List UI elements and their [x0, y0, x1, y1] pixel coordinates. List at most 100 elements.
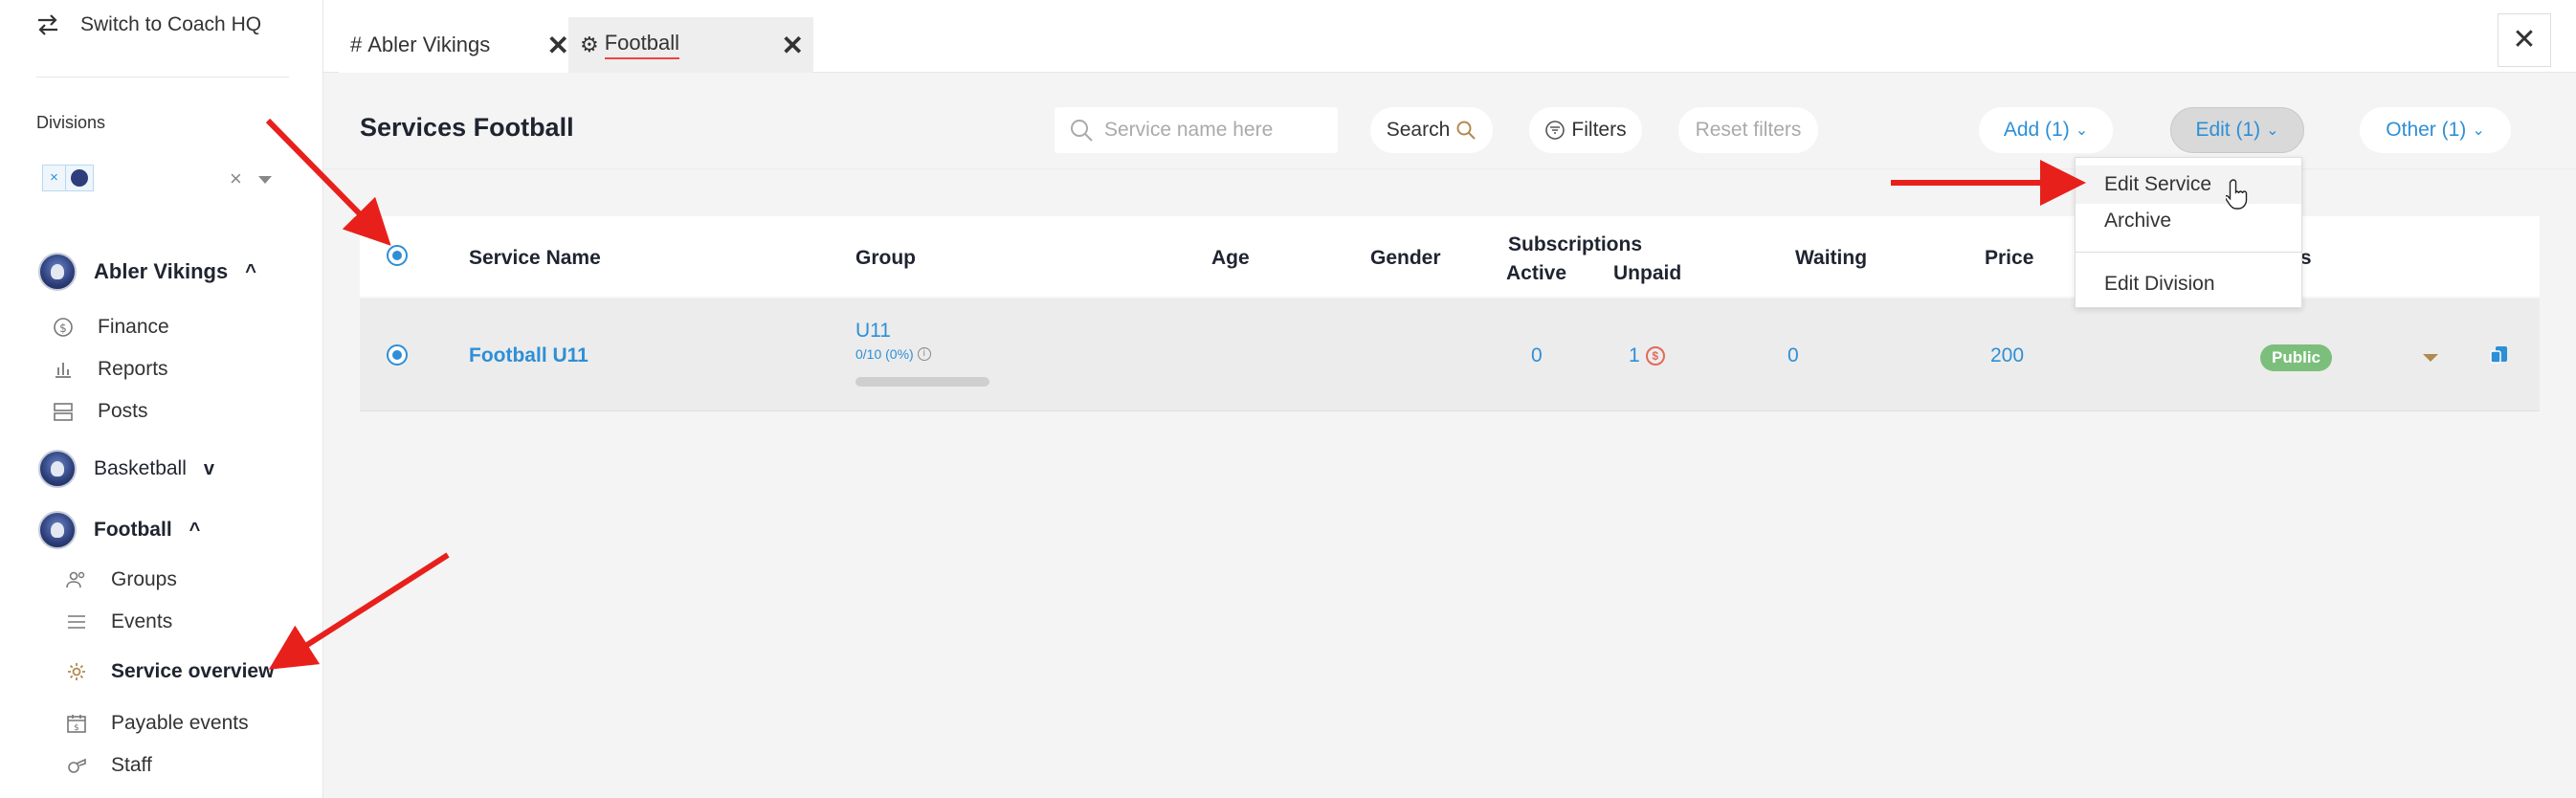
sidebar-item-label: Service overview [111, 660, 275, 682]
info-icon[interactable]: i [917, 347, 931, 361]
search-icon [1456, 121, 1476, 140]
tab-abler-vikings[interactable]: # Abler Vikings ✕ [339, 17, 580, 73]
chevron-down-icon: ⌄ [2266, 122, 2279, 139]
club-basketball[interactable]: Basketball v [38, 450, 214, 488]
close-tab-icon[interactable]: ✕ [782, 30, 804, 61]
club-abler-vikings[interactable]: Abler Vikings ^ [38, 253, 256, 291]
sidebar: Switch to Coach HQ Divisions × × Abler V… [0, 0, 323, 798]
service-name-link[interactable]: Football U11 [469, 344, 588, 367]
table-row[interactable]: Football U11 U11 0/10 (0%) i 0 1 $ 0 200 … [360, 299, 2540, 411]
club-logo [38, 253, 77, 291]
tab-label: Football [604, 31, 680, 59]
svg-text:$: $ [59, 321, 67, 335]
search-icon [1071, 120, 1093, 142]
filters-button-label: Filters [1571, 119, 1627, 141]
sidebar-item-label: Reports [98, 358, 168, 380]
divisions-label: Divisions [36, 113, 106, 132]
col-unpaid[interactable]: Unpaid [1613, 262, 1681, 285]
active-count[interactable]: 0 [1531, 344, 1543, 367]
unpaid-count[interactable]: 1 $ [1629, 344, 1665, 367]
tab-label: Abler Vikings [367, 33, 491, 56]
list-icon [68, 615, 85, 629]
sidebar-item-label: Events [111, 610, 173, 632]
row-select-radio[interactable] [387, 344, 408, 366]
col-gender[interactable]: Gender [1370, 247, 1441, 270]
money-icon: $ [1645, 346, 1665, 366]
waiting-count[interactable]: 0 [1788, 344, 1799, 367]
price-value[interactable]: 200 [1990, 344, 2024, 367]
menu-item-edit-division[interactable]: Edit Division [2076, 265, 2301, 303]
switch-to-coach-hq-link[interactable]: Switch to Coach HQ [34, 11, 261, 38]
chevron-up-icon: ^ [245, 260, 256, 282]
users-icon [66, 571, 85, 588]
switch-label: Switch to Coach HQ [80, 13, 262, 35]
calendar-dollar-icon: $ [67, 715, 86, 733]
sidebar-item-service-overview[interactable]: Service overview [65, 660, 274, 683]
group-capacity-text: 0/10 (0%) [855, 346, 914, 362]
edit-button[interactable]: Edit (1) ⌄ [2170, 107, 2304, 153]
col-age[interactable]: Age [1211, 247, 1250, 270]
tab-bar: # Abler Vikings ✕ ⚙ Football ✕ ✕ [323, 0, 2576, 73]
search-field[interactable] [1055, 107, 1338, 153]
swap-arrows-icon [38, 14, 57, 35]
edit-dropdown-menu: Edit Service Archive Edit Division [2075, 157, 2302, 308]
dollar-circle-icon: $ [54, 318, 73, 337]
col-service-name[interactable]: Service Name [469, 247, 601, 270]
group-capacity-bar [855, 377, 989, 387]
filter-icon [1545, 121, 1566, 140]
sidebar-item-label: Staff [111, 754, 152, 776]
menu-item-archive[interactable]: Archive [2076, 202, 2301, 240]
chevron-down-icon: ⌄ [2075, 122, 2089, 139]
gear-icon [68, 663, 85, 680]
col-price[interactable]: Price [1985, 247, 2033, 270]
row-expand-caret-icon[interactable] [2423, 354, 2438, 362]
search-input[interactable] [1104, 119, 1324, 142]
sidebar-item-label: Payable events [111, 712, 249, 734]
sidebar-item-label: Groups [111, 568, 177, 590]
sidebar-item-posts[interactable]: Posts [52, 400, 148, 423]
chip-remove-icon[interactable]: × [42, 165, 65, 191]
select-caret-icon[interactable] [258, 176, 272, 184]
other-button-label: Other (1) [2386, 119, 2467, 141]
svg-text:$: $ [74, 723, 79, 733]
club-logo [38, 511, 77, 549]
other-button[interactable]: Other (1) ⌄ [2360, 107, 2511, 153]
menu-item-edit-service[interactable]: Edit Service [2076, 166, 2301, 204]
bar-chart-icon [56, 363, 71, 378]
group-link[interactable]: U11 [855, 320, 891, 343]
sidebar-item-label: Finance [98, 316, 169, 338]
sidebar-item-groups[interactable]: Groups [65, 568, 177, 591]
club-name: Football [94, 519, 172, 541]
sidebar-item-payable-events[interactable]: $ Payable events [65, 712, 249, 735]
select-all-radio[interactable] [387, 245, 408, 266]
col-active[interactable]: Active [1506, 262, 1566, 285]
division-chip-logo [65, 165, 94, 191]
gear-icon: ⚙ [580, 33, 599, 56]
club-name: Basketball [94, 457, 187, 479]
status-badge: Public [2260, 344, 2333, 371]
sidebar-item-staff[interactable]: Staff [65, 754, 152, 777]
col-group[interactable]: Group [855, 247, 916, 270]
club-football[interactable]: Football ^ [38, 511, 200, 549]
close-window-button[interactable]: ✕ [2498, 13, 2551, 67]
sidebar-item-events[interactable]: Events [65, 610, 172, 633]
copy-service-icon[interactable] [2488, 343, 2511, 366]
menu-divider [2076, 252, 2301, 253]
sidebar-item-label: Posts [98, 400, 148, 422]
divisions-select[interactable]: × × [36, 159, 279, 195]
filters-button[interactable]: Filters [1529, 107, 1642, 153]
search-button[interactable]: Search [1370, 107, 1493, 153]
chevron-down-icon: v [203, 457, 215, 479]
chevron-down-icon: ⌄ [2472, 122, 2485, 139]
reset-filters-button[interactable]: Reset filters [1678, 107, 1818, 153]
add-button[interactable]: Add (1) ⌄ [1979, 107, 2113, 153]
sidebar-item-reports[interactable]: Reports [52, 358, 168, 381]
hash-icon: # [350, 33, 363, 56]
sidebar-item-finance[interactable]: $ Finance [52, 316, 169, 339]
add-button-label: Add (1) [2003, 119, 2070, 141]
clear-selection-icon[interactable]: × [230, 166, 242, 191]
close-tab-icon[interactable]: ✕ [547, 30, 569, 61]
page-title: Services Football [360, 113, 574, 142]
tab-football[interactable]: ⚙ Football ✕ [568, 17, 813, 73]
col-waiting[interactable]: Waiting [1795, 247, 1867, 270]
